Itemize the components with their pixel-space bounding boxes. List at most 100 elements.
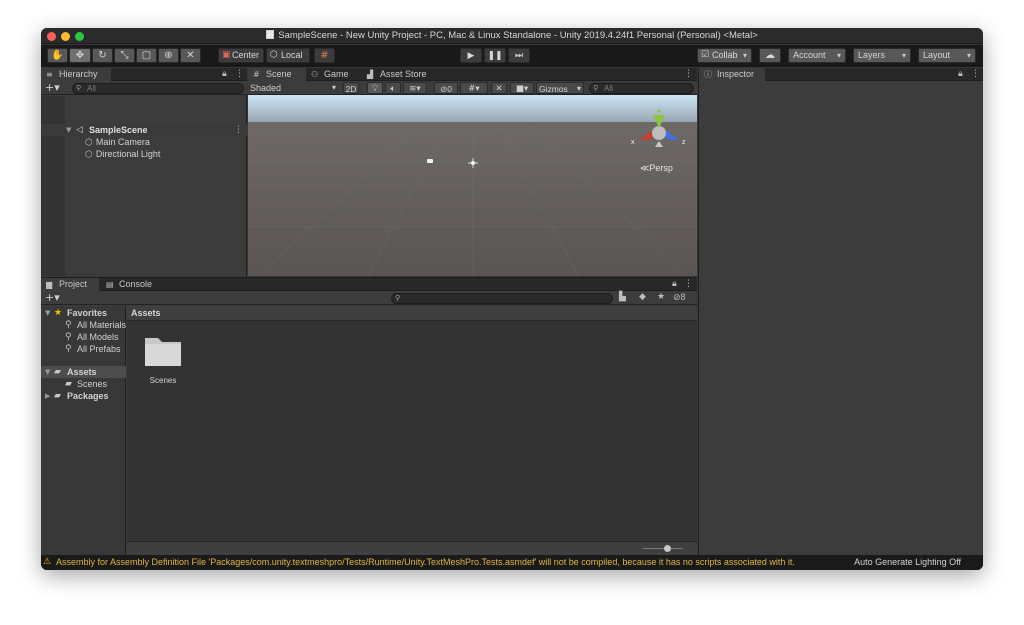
create-plus-icon[interactable]: +▾ <box>45 81 60 94</box>
tab-project[interactable]: ▆ Project <box>41 278 99 291</box>
asset-browser-footer <box>127 541 697 555</box>
hierarchy-scene-row[interactable]: ▼ ◁ SampleScene ⋮ <box>41 124 247 136</box>
lock-icon[interactable]: 🔒︎ <box>958 68 963 81</box>
expand-arrow-icon: ▼ <box>45 368 51 376</box>
custom-tool-button[interactable]: ✕ <box>180 48 201 63</box>
search-icon: ⚲ <box>65 320 72 330</box>
tab-hierarchy[interactable]: ≡ Hierarchy <box>41 68 111 81</box>
panel-menu-icon[interactable]: ⋮ <box>235 68 244 81</box>
favorite-star-icon[interactable]: ★ <box>657 291 665 304</box>
rect-tool-button[interactable]: ▢ <box>136 48 157 63</box>
panel-menu-icon[interactable]: ⋮ <box>971 68 980 81</box>
projection-toggle[interactable]: ≪Persp <box>640 163 673 174</box>
gizmo-axis-z-label: z <box>682 139 686 146</box>
auto-generate-lighting-status[interactable]: Auto Generate Lighting Off <box>854 555 961 570</box>
grid-snap-button[interactable]: # <box>314 48 335 63</box>
tab-scene[interactable]: # Scene <box>248 68 306 81</box>
pivot-rotation-button[interactable]: ⬡ Local <box>266 48 310 63</box>
layout-dropdown[interactable]: Layout <box>918 48 976 63</box>
status-bar: ⚠ Assembly for Assembly Definition File … <box>41 555 983 570</box>
rotate-tool-button[interactable]: ↻ <box>92 48 113 63</box>
center-pivot-icon: ▣ <box>222 50 231 60</box>
tree-favorite-item[interactable]: ⚲ All Prefabs <box>41 343 126 355</box>
audio-toggle[interactable]: 🔈︎ <box>385 82 401 94</box>
tree-favorite-item[interactable]: ⚲ All Models <box>41 331 126 343</box>
icon-size-slider-handle[interactable] <box>664 545 671 552</box>
perspective-icon: ≪ <box>640 164 650 174</box>
2d-mode-toggle[interactable]: 2D <box>343 82 359 94</box>
step-button[interactable]: ⏭ <box>508 48 530 63</box>
unity-editor-window: SampleScene - New Unity Project - PC, Ma… <box>41 28 983 570</box>
tab-game[interactable]: ⚇ Game <box>306 68 358 81</box>
rotate-icon: ↻ <box>98 50 107 61</box>
search-icon: ⚲ <box>593 84 599 92</box>
tree-favorites[interactable]: ▼ ★ Favorites <box>41 307 126 319</box>
pause-button[interactable]: ❚❚ <box>484 48 506 63</box>
effects-dropdown[interactable]: ≋▾ <box>403 82 427 94</box>
tree-scenes-folder[interactable]: ▰ Scenes <box>41 378 126 390</box>
create-plus-icon[interactable]: +▾ <box>45 291 60 304</box>
step-icon: ⏭ <box>514 51 524 61</box>
pivot-mode-button[interactable]: ▣ Center <box>218 48 264 63</box>
project-tab-bar: ▆ Project ▤ Console 🔒︎ ⋮ <box>41 278 697 291</box>
tab-asset-store[interactable]: ▟ Asset Store <box>362 68 432 81</box>
grid-snapping-dropdown[interactable]: #▾ <box>460 82 488 94</box>
lock-icon[interactable]: 🔒︎ <box>672 278 677 291</box>
gameobject-cube-icon: ⬡ <box>85 138 93 148</box>
local-space-icon: ⬡ <box>270 50 278 60</box>
cloud-services-button[interactable]: ☁ <box>759 48 781 63</box>
hidden-objects-toggle[interactable]: ⊘0 <box>434 82 458 95</box>
info-icon: ⓘ <box>704 70 712 79</box>
title-bar: SampleScene - New Unity Project - PC, Ma… <box>41 28 983 44</box>
shading-mode-dropdown[interactable]: Shaded ▾ <box>250 82 338 94</box>
chevron-down-icon: ▾ <box>331 83 336 92</box>
collapse-arrow-icon: ▶ <box>45 392 51 400</box>
tree-assets-folder[interactable]: ▼ ▰ Assets <box>41 366 126 378</box>
grid-icon: # <box>253 70 260 79</box>
gameobject-cube-icon: ⬡ <box>85 150 93 160</box>
camera-gizmo <box>427 159 433 163</box>
panel-menu-icon[interactable]: ⋮ <box>684 278 693 291</box>
speaker-icon: 🔈︎ <box>390 84 396 94</box>
gizmos-dropdown[interactable]: Gizmos ▾ <box>536 82 584 94</box>
hierarchy-search-input[interactable]: ⚲ All <box>72 83 244 94</box>
tree-packages-folder[interactable]: ▶ ▰ Packages <box>41 390 126 402</box>
collab-dropdown[interactable]: ☑ Collab <box>697 48 752 63</box>
cloud-icon: ☁ <box>765 50 775 61</box>
asset-folder-scenes[interactable]: Scenes <box>140 334 186 388</box>
transform-tool-button[interactable]: ⊕ <box>158 48 179 63</box>
layers-dropdown[interactable]: Layers <box>853 48 911 63</box>
lock-icon[interactable]: 🔒︎ <box>222 68 227 81</box>
scale-tool-button[interactable]: ⤡ <box>114 48 135 63</box>
scene-toolbar: Shaded ▾ 2D 💡︎ 🔈︎ ≋▾ ⊘0 #▾ ✕ ■▾ Gizmos ▾ ⚲… <box>248 81 697 95</box>
icon-size-slider[interactable] <box>643 548 683 549</box>
tab-console[interactable]: ▤ Console <box>101 278 159 291</box>
hand-tool-button[interactable]: ✋ <box>47 48 68 63</box>
play-button[interactable]: ▶ <box>460 48 482 63</box>
folder-icon <box>145 338 181 366</box>
scene-menu-icon[interactable]: ⋮ <box>234 124 243 136</box>
move-tool-button[interactable]: ✥ <box>69 48 91 63</box>
account-dropdown[interactable]: Account <box>788 48 846 63</box>
search-by-type-icon[interactable]: ▙ <box>619 291 626 304</box>
camera-settings-dropdown[interactable]: ■▾ <box>510 82 534 94</box>
project-search-input[interactable]: ⚲ <box>391 293 613 304</box>
wrench-icon: ✕ <box>186 50 195 61</box>
hierarchy-item-main-camera[interactable]: ⬡ Main Camera <box>85 136 150 148</box>
search-by-label-icon[interactable]: ◆ <box>639 291 646 304</box>
panel-menu-icon[interactable]: ⋮ <box>684 68 693 81</box>
hidden-packages-toggle[interactable]: ⊘8 <box>673 291 686 305</box>
tab-inspector[interactable]: ⓘ Inspector <box>699 68 765 81</box>
tree-favorite-item[interactable]: ⚲ All Materials <box>41 319 126 331</box>
scene-search-input[interactable]: ⚲ All <box>589 83 694 94</box>
gizmo-axis-x-label: x <box>631 139 635 146</box>
inspector-panel: ⓘ Inspector 🔒︎ ⋮ <box>698 68 983 555</box>
expand-arrow-icon: ▼ <box>45 309 51 317</box>
hand-icon: ✋ <box>51 50 64 61</box>
hierarchy-item-directional-light[interactable]: ⬡ Directional Light <box>85 148 160 160</box>
console-message[interactable]: Assembly for Assembly Definition File 'P… <box>56 555 795 570</box>
component-tools-button[interactable]: ✕ <box>491 82 507 94</box>
expand-arrow-icon[interactable]: ▼ <box>66 124 71 136</box>
scene-viewport[interactable]: x z ≪Persp <box>248 95 697 276</box>
lighting-toggle[interactable]: 💡︎ <box>367 82 383 94</box>
